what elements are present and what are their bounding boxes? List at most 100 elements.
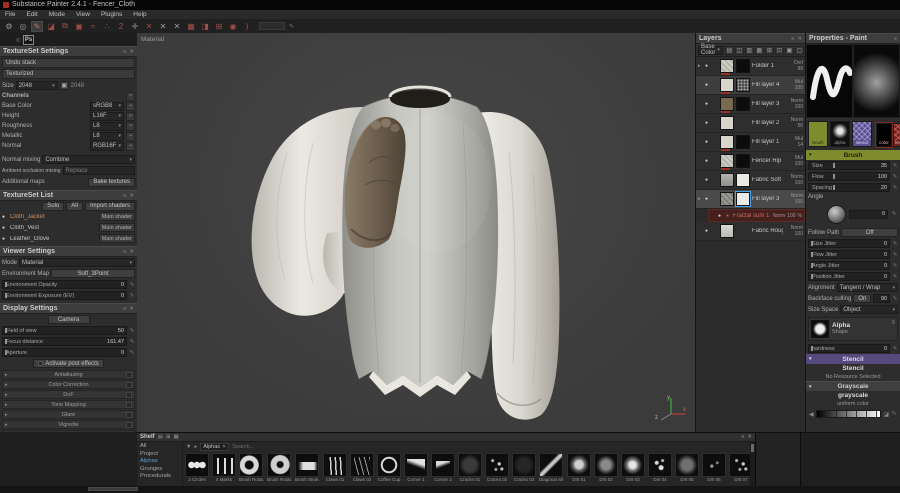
expression-pen-icon[interactable]: ✎ xyxy=(892,252,898,258)
channel-format-dropdown[interactable]: L8▾ xyxy=(90,122,124,131)
all-button[interactable]: All xyxy=(66,202,83,211)
shelf-item-thumbnail[interactable] xyxy=(239,453,263,477)
hardness-slider[interactable]: hardness 0 xyxy=(808,344,890,353)
shelf-item-thumbnail[interactable] xyxy=(621,453,645,477)
undo-stack-button[interactable]: Undo stack xyxy=(2,58,135,68)
shelf-category[interactable]: Procedurals xyxy=(140,473,182,481)
layer-mask-thumbnail[interactable] xyxy=(736,154,750,168)
slider-control[interactable]: Position Jitter 0 xyxy=(808,272,890,281)
properties-header[interactable]: Properties - Paint ≡ xyxy=(806,33,900,44)
shelf-category[interactable]: All xyxy=(140,443,182,451)
resource-slot[interactable]: brush xyxy=(808,121,828,147)
layer-mask-thumbnail[interactable] xyxy=(736,135,750,149)
layer-blend-opacity[interactable]: Norm 100 xyxy=(785,225,803,237)
shelf-import-icon[interactable]: ▤ xyxy=(158,434,163,440)
delete-layer[interactable]: ▢ xyxy=(795,46,804,55)
toolbar-tool-icon[interactable]: ▦ xyxy=(185,21,197,32)
shelf-item[interactable]: Brush Rotat... xyxy=(267,453,292,483)
post-effect-row[interactable]: ▸ Lens Distortion xyxy=(2,430,135,432)
subfolder-icon[interactable]: ▸ xyxy=(194,444,197,450)
layer-blend-opacity[interactable]: Mul 14 xyxy=(785,136,803,148)
panel-close-icon[interactable]: ✕ xyxy=(747,434,752,440)
post-effect-row[interactable]: ▸ Vignette xyxy=(2,420,135,429)
activate-post-effects-checkbox[interactable]: Activate post effects xyxy=(33,359,104,368)
status-grip[interactable] xyxy=(88,487,138,491)
shelf-item-thumbnail[interactable] xyxy=(350,453,374,477)
shelf-item[interactable]: Corner 1 xyxy=(404,453,428,483)
mode-dropdown[interactable]: Material▾ xyxy=(19,258,135,267)
layer-blend-opacity[interactable]: Norm 100 xyxy=(785,98,803,110)
slider-knob[interactable] xyxy=(833,163,835,168)
slider-knob[interactable] xyxy=(833,185,835,190)
shader-button[interactable]: Main shader xyxy=(99,223,135,232)
channel-format-dropdown[interactable]: RGB16F▾ xyxy=(90,142,124,151)
layer-thumbnail[interactable] xyxy=(720,154,734,168)
post-effect-checkbox[interactable] xyxy=(126,412,132,418)
toolbar-tool-icon[interactable]: ⊞ xyxy=(213,21,225,32)
layer-row[interactable]: ▸ ● ● Fill layer 3 Norm 100 xyxy=(696,190,805,209)
shelf-category[interactable]: Alphas xyxy=(140,458,182,466)
toolbar-tool-icon[interactable]: ▣ xyxy=(73,21,85,32)
layer-blend-opacity[interactable]: Norm 56 xyxy=(785,117,803,129)
layer-blend-opacity[interactable]: Ovrl 99 xyxy=(785,60,803,72)
slider-knob[interactable] xyxy=(833,174,835,179)
post-effect-row[interactable]: ▸ Color Correction xyxy=(2,380,135,389)
layer-mask-thumbnail[interactable] xyxy=(736,78,750,92)
add-effect[interactable]: ▤ xyxy=(725,46,734,55)
textureset-row[interactable]: ● Cloth_Jacket Main shader xyxy=(0,211,137,222)
shelf-item[interactable]: Brush Strok... xyxy=(295,453,320,483)
panel-menu-icon[interactable]: ≡ xyxy=(123,306,126,312)
shelf-item[interactable]: Dirt 02 xyxy=(594,453,618,483)
expression-pen-icon[interactable]: ✎ xyxy=(891,211,897,217)
layer-thumbnail[interactable] xyxy=(720,135,734,149)
panel-close-icon[interactable]: ✕ xyxy=(129,193,134,199)
shelf-item[interactable]: Dirt 07 xyxy=(729,453,750,483)
toolbar-tool-icon[interactable]: ◪ xyxy=(45,21,57,32)
expand-arrow-icon[interactable]: ▸ xyxy=(698,63,703,69)
photoshop-plugin-button[interactable]: Ps xyxy=(23,35,34,45)
remove-channel-icon[interactable]: − xyxy=(126,112,135,121)
lock-ratio-icon[interactable]: ▣ xyxy=(60,81,69,90)
channel-format-dropdown[interactable]: L16F▾ xyxy=(90,112,124,121)
remove-tag-icon[interactable]: ✕ xyxy=(222,444,226,450)
opacity-value[interactable]: 100 xyxy=(795,231,803,237)
layer-thumbnail[interactable] xyxy=(720,97,734,111)
menu-item[interactable]: Help xyxy=(133,11,146,18)
slider-control[interactable]: Size 35 xyxy=(808,161,890,170)
shelf-item-thumbnail[interactable] xyxy=(185,453,209,477)
shelf-item-thumbnail[interactable] xyxy=(431,453,455,477)
shelf-item-thumbnail[interactable] xyxy=(567,453,591,477)
shelf-item[interactable]: Corner 2 xyxy=(431,453,455,483)
shelf-item-thumbnail[interactable] xyxy=(404,453,428,477)
backface-angle-slider[interactable]: 90 xyxy=(873,294,890,303)
shader-button[interactable]: Main shader xyxy=(99,212,135,221)
layer-mask-thumbnail[interactable] xyxy=(736,173,750,187)
expression-pen-icon[interactable]: ✎ xyxy=(129,350,135,356)
shelf-item-thumbnail[interactable] xyxy=(512,453,536,477)
textureset-settings-header[interactable]: TextureSet Settings ≡ ✕ xyxy=(0,46,137,57)
expression-pen-icon[interactable]: ✎ xyxy=(892,296,898,302)
layer-row[interactable]: ▸ ● ● Fill layer 1 Mul 14 xyxy=(696,133,805,152)
opacity-value[interactable]: 14 xyxy=(797,142,803,148)
slider-control[interactable]: Angle Jitter 0 xyxy=(808,261,890,270)
add-paint-layer[interactable]: ⊞ xyxy=(765,46,774,55)
panel-menu-icon[interactable]: ≡ xyxy=(741,434,744,440)
alpha-menu-icon[interactable]: ≡ xyxy=(891,320,895,338)
shelf-item-thumbnail[interactable] xyxy=(539,453,563,477)
toolbar-tool-icon[interactable]: ✕ xyxy=(171,21,183,32)
swatch-icon[interactable]: ◀ xyxy=(809,411,814,418)
alignment-dropdown[interactable]: Tangent / Wrap▾ xyxy=(837,283,898,292)
slider-control[interactable]: Flow Jitter 0 xyxy=(808,250,890,259)
layer-blend-opacity[interactable]: Norm 100 xyxy=(785,174,803,186)
expression-pen-icon[interactable]: ✎ xyxy=(892,346,898,352)
shelf-item[interactable]: Claws 02 xyxy=(350,453,374,483)
angle-field[interactable]: 0 xyxy=(849,210,888,219)
shelf-item-thumbnail[interactable] xyxy=(458,453,482,477)
add-folder[interactable]: ▥ xyxy=(745,46,754,55)
textureset-row[interactable]: ● Leather_Glove Main shader xyxy=(0,233,137,244)
add-mask[interactable]: ◫ xyxy=(735,46,744,55)
toolbar-tool-icon[interactable]: ) xyxy=(241,21,253,32)
expand-arrow-icon[interactable]: ▸ xyxy=(698,196,703,202)
camera-button[interactable]: Camera xyxy=(48,315,90,324)
grayscale-gradient-slider[interactable] xyxy=(816,410,882,418)
